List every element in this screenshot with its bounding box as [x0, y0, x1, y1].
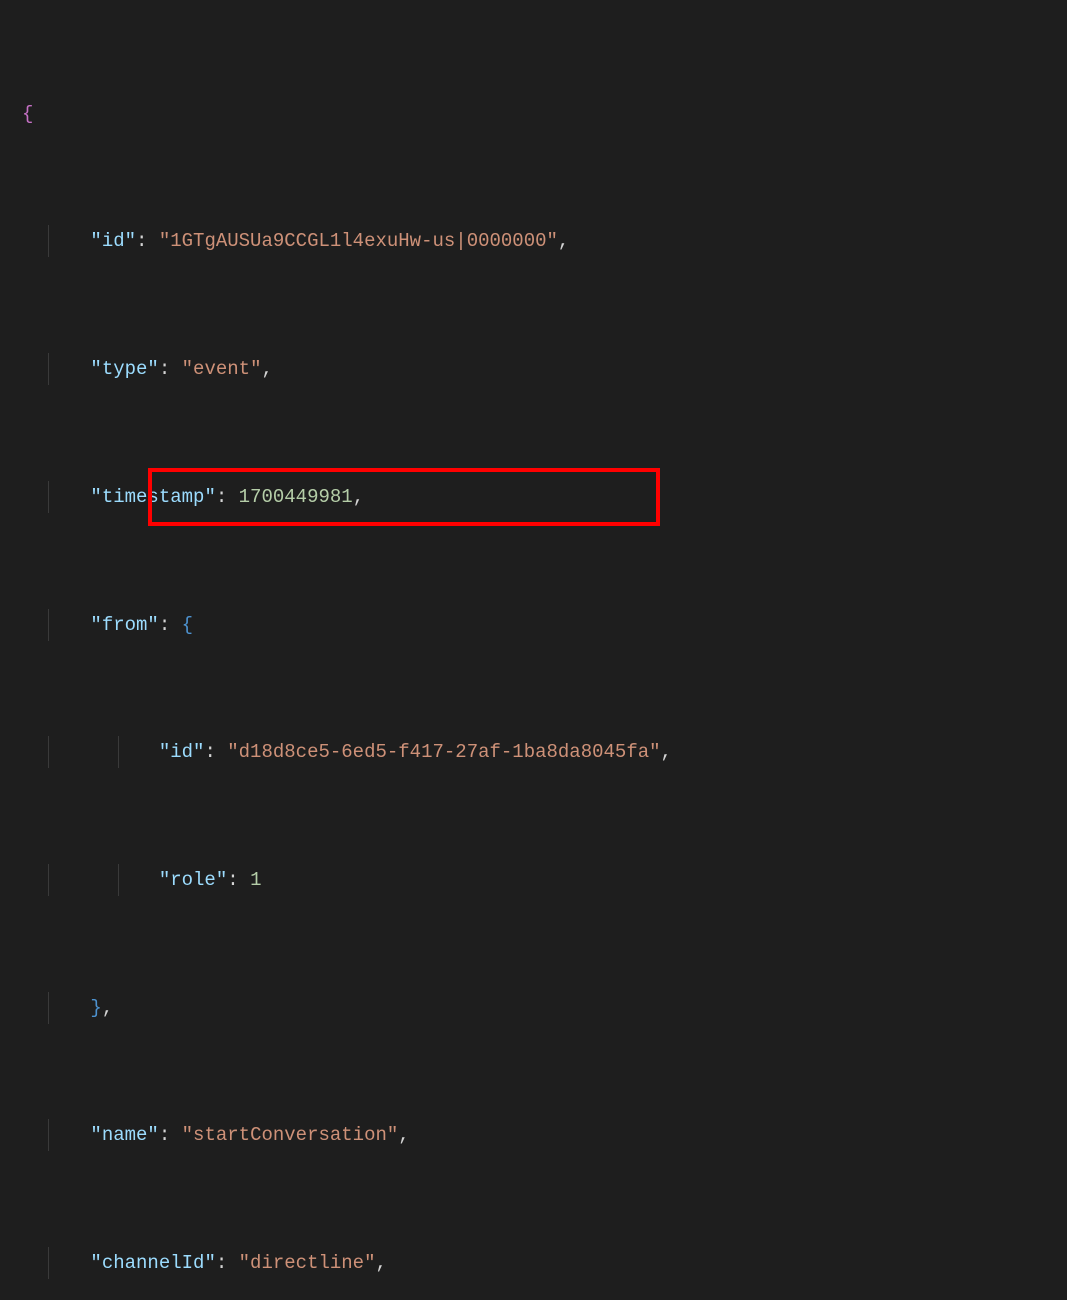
json-key: "timestamp": [90, 486, 215, 508]
brace-open: {: [22, 103, 33, 125]
json-key: "role": [159, 869, 227, 891]
json-number: 1: [250, 869, 261, 891]
code-line: "type": "event",: [0, 353, 1067, 385]
code-line: {: [0, 98, 1067, 130]
code-line: "from": {: [0, 609, 1067, 641]
code-line: "role": 1: [0, 864, 1067, 896]
code-editor[interactable]: { "id": "1GTgAUSUa9CCGL1l4exuHw-us|00000…: [0, 0, 1067, 650]
json-string: "event": [182, 358, 262, 380]
code-line: "id": "1GTgAUSUa9CCGL1l4exuHw-us|0000000…: [0, 225, 1067, 257]
json-key: "channelId": [90, 1252, 215, 1274]
json-key: "id": [159, 741, 205, 763]
code-line: "timestamp": 1700449981,: [0, 481, 1067, 513]
json-string: "startConversation": [182, 1124, 399, 1146]
code-line: "name": "startConversation",: [0, 1119, 1067, 1151]
json-number: 1700449981: [239, 486, 353, 508]
json-key: "name": [90, 1124, 158, 1146]
json-key: "id": [90, 230, 136, 252]
json-key: "type": [90, 358, 158, 380]
json-string: "directline": [239, 1252, 376, 1274]
brace-open: {: [182, 614, 193, 636]
json-string: "d18d8ce5-6ed5-f417-27af-1ba8da8045fa": [227, 741, 660, 763]
json-key: "from": [90, 614, 158, 636]
brace-close: }: [90, 997, 101, 1019]
json-string: "1GTgAUSUa9CCGL1l4exuHw-us|0000000": [159, 230, 558, 252]
code-line: },: [0, 992, 1067, 1024]
code-line: "id": "d18d8ce5-6ed5-f417-27af-1ba8da804…: [0, 736, 1067, 768]
code-line: "channelId": "directline",: [0, 1247, 1067, 1279]
